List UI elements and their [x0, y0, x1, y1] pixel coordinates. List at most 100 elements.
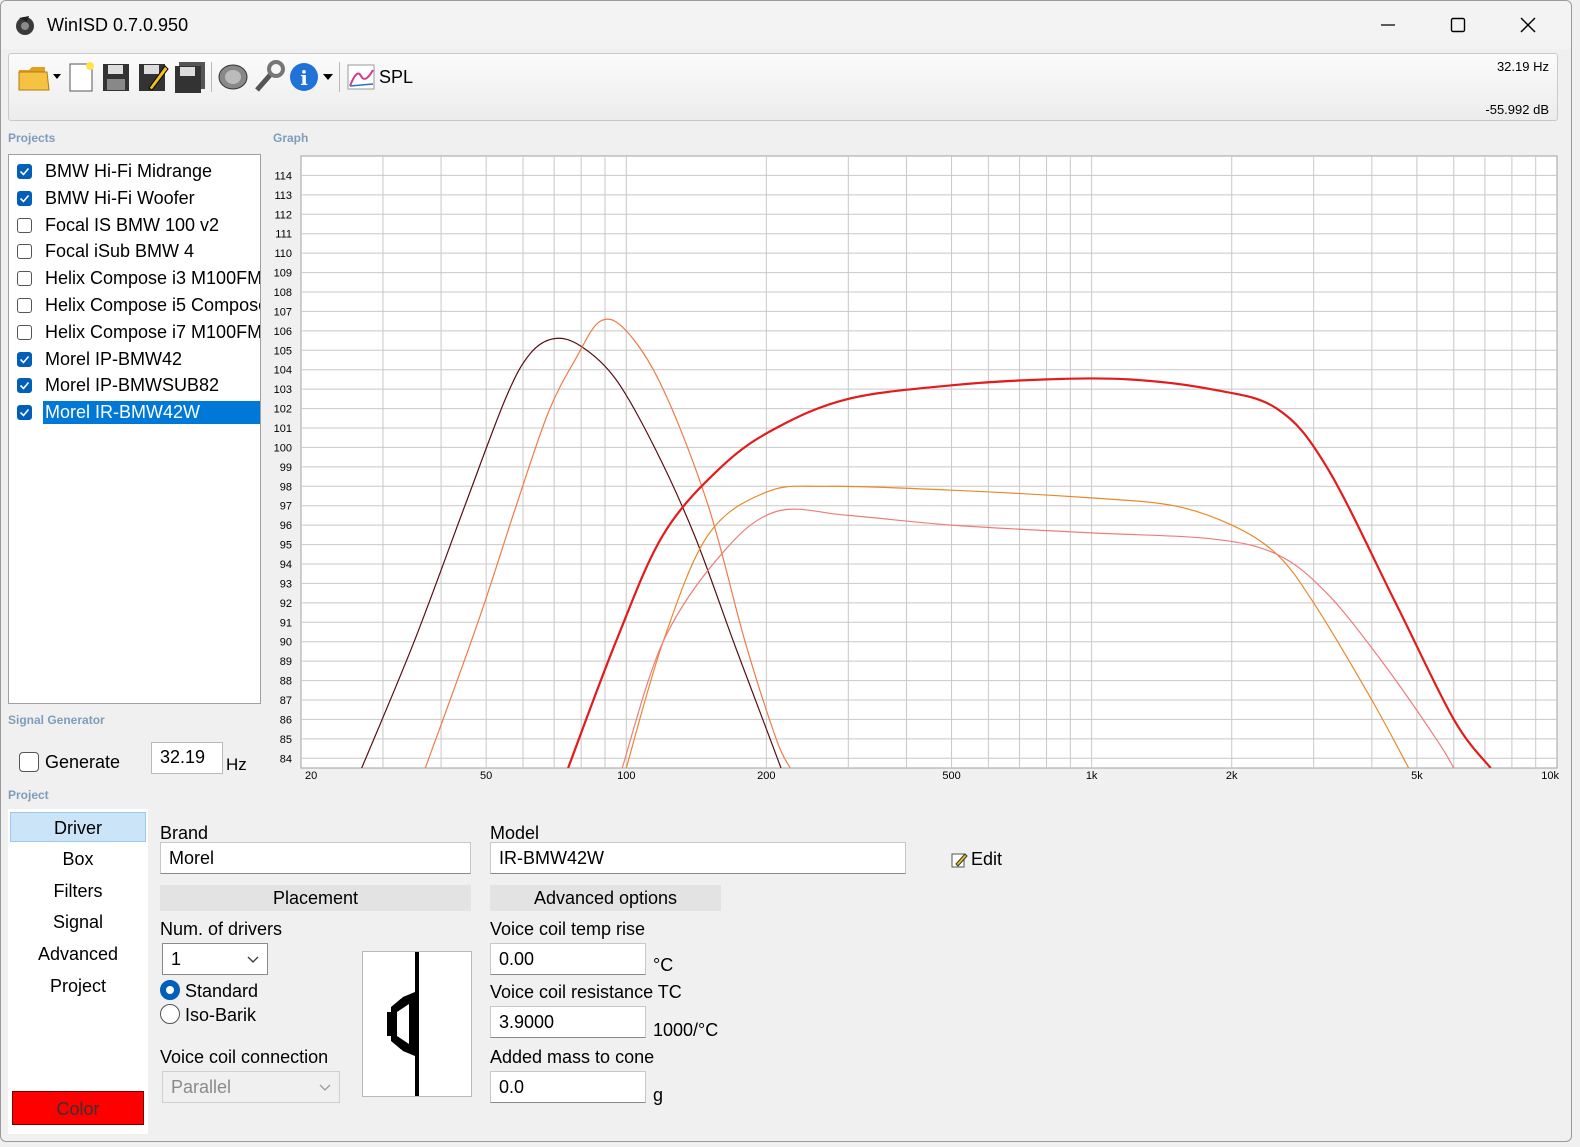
- close-button[interactable]: [1493, 1, 1563, 49]
- save-icon: [103, 64, 129, 91]
- brand-field[interactable]: Morel: [160, 842, 471, 874]
- save-all-button[interactable]: [173, 60, 207, 94]
- isobarik-radio[interactable]: [160, 1004, 180, 1024]
- chevron-down-icon: [247, 956, 259, 963]
- nav-filters[interactable]: Filters: [10, 876, 146, 906]
- project-checkbox[interactable]: [17, 271, 32, 287]
- project-name: Morel IR-BMW42W: [43, 401, 260, 425]
- graph-section-label: Graph: [273, 131, 309, 145]
- vc-temp-rise-field[interactable]: 0.00: [490, 943, 646, 975]
- project-checkbox[interactable]: [17, 324, 32, 340]
- y-tick-label: 98: [280, 481, 292, 493]
- added-mass-field[interactable]: 0.0: [490, 1071, 646, 1103]
- vc-resistance-tc-label: Voice coil resistance TC: [490, 982, 682, 1002]
- y-tick-label: 86: [280, 714, 292, 726]
- nav-driver[interactable]: Driver: [10, 812, 146, 842]
- voice-coil-connection-select[interactable]: Parallel: [162, 1071, 340, 1103]
- y-tick-label: 85: [280, 734, 292, 746]
- checkmark-icon: [19, 355, 30, 364]
- toolbar: i SPL 32.19 Hz -55.992 dB: [8, 53, 1558, 121]
- project-list-item[interactable]: BMW Hi-Fi Woofer: [9, 185, 260, 212]
- driver-editor-icon: [218, 64, 248, 90]
- driver-placement-icon: [387, 952, 419, 1096]
- voice-coil-connection-value: Parallel: [171, 1077, 232, 1097]
- y-tick-label: 84: [280, 753, 292, 765]
- y-tick-label: 103: [274, 384, 292, 396]
- y-tick-label: 97: [280, 501, 292, 513]
- projects-section-label: Projects: [8, 131, 56, 145]
- project-list-item[interactable]: Morel IP-BMWSUB82: [9, 372, 260, 399]
- spl-graph[interactable]: 84 85 86 87 88 89 90 91 92 93 94 95 96 97 98 99 100 101 10…: [263, 149, 1559, 785]
- x-tick-label: 50: [480, 770, 492, 782]
- project-list-item[interactable]: Morel IP-BMW42: [9, 346, 260, 373]
- model-label: Model: [490, 823, 540, 843]
- save-as-button[interactable]: [137, 60, 169, 94]
- project-name: BMW Hi-Fi Midrange: [45, 161, 213, 181]
- project-name: Focal iSub BMW 4: [45, 241, 195, 262]
- checkmark-icon: [19, 409, 30, 417]
- project-list-item[interactable]: Focal IS BMW 100 v2: [9, 212, 260, 239]
- project-name: Helix Compose i3 M100FM: [45, 268, 261, 289]
- vc-resistance-tc-field[interactable]: 3.9000: [490, 1006, 646, 1038]
- project-checkbox[interactable]: [17, 190, 32, 206]
- project-list-item[interactable]: BMW Hi-Fi Midrange: [9, 158, 260, 185]
- close-icon: [1520, 17, 1536, 33]
- open-project-button[interactable]: [17, 60, 63, 94]
- projects-list: BMW Hi-Fi Midrange BMW Hi-Fi Woofer Focal …: [8, 154, 261, 704]
- tools-button[interactable]: [253, 60, 285, 94]
- project-name: Morel IP-BMWSUB82: [45, 375, 220, 396]
- y-tick-label: 112: [274, 209, 292, 221]
- spl-graph-icon: [347, 64, 375, 90]
- y-tick-label: 96: [280, 520, 292, 532]
- generate-checkbox[interactable]: [19, 752, 39, 772]
- open-folder-icon: [18, 67, 61, 91]
- num-drivers-select[interactable]: 1: [162, 943, 268, 975]
- checkmark-icon: [19, 194, 30, 203]
- project-checkbox[interactable]: [17, 217, 32, 233]
- y-tick-label: 89: [280, 656, 292, 668]
- project-checkbox[interactable]: [17, 164, 32, 179]
- signal-frequency-input[interactable]: 32.19: [151, 742, 223, 774]
- project-checkbox[interactable]: [17, 351, 32, 367]
- standard-radio[interactable]: [160, 980, 180, 1000]
- project-checkbox[interactable]: [17, 298, 32, 313]
- project-section-label: Project: [8, 788, 49, 802]
- spl-graph-button[interactable]: SPL: [347, 60, 413, 94]
- spl-label: SPL: [379, 66, 414, 87]
- project-checkbox[interactable]: [17, 378, 32, 394]
- nav-project[interactable]: Project: [10, 971, 146, 1001]
- project-list-item[interactable]: Helix Compose i7 M100FM: [9, 319, 260, 346]
- model-field[interactable]: IR-BMW42W: [490, 842, 906, 874]
- nav-box[interactable]: Box: [10, 844, 146, 874]
- y-tick-label: 101: [274, 423, 292, 435]
- nav-advanced[interactable]: Advanced: [10, 939, 146, 969]
- y-tick-label: 91: [280, 617, 292, 629]
- project-nav: Color Driver Box Filters Signal Advanced Proj…: [8, 809, 148, 1134]
- y-tick-label: 88: [280, 676, 292, 688]
- maximize-button[interactable]: [1423, 1, 1493, 49]
- driver-editor-button[interactable]: [217, 60, 249, 94]
- about-button[interactable]: i: [289, 60, 335, 94]
- standard-label: Standard: [185, 981, 259, 1001]
- y-tick-label: 110: [274, 248, 292, 260]
- project-checkbox[interactable]: [17, 405, 32, 421]
- save-all-icon: [175, 62, 205, 93]
- project-list-item[interactable]: Focal iSub BMW 4: [9, 238, 260, 265]
- color-button[interactable]: Color: [12, 1091, 144, 1125]
- x-tick-label: 20: [305, 770, 317, 782]
- project-checkbox[interactable]: [17, 244, 32, 260]
- project-list-item[interactable]: Helix Compose i5 Compose: [9, 292, 260, 319]
- minimize-button[interactable]: [1353, 1, 1423, 49]
- edit-driver-button[interactable]: Edit: [950, 849, 1002, 870]
- y-tick-label: 106: [274, 326, 292, 338]
- y-tick-label: 90: [280, 637, 292, 649]
- project-list-item[interactable]: Helix Compose i3 M100FM: [9, 265, 260, 292]
- y-tick-label: 92: [280, 598, 292, 610]
- x-tick-label: 500: [942, 770, 960, 782]
- y-tick-label: 105: [274, 345, 292, 357]
- new-project-button[interactable]: [67, 60, 95, 94]
- info-icon: i: [290, 63, 333, 91]
- nav-signal[interactable]: Signal: [10, 907, 146, 937]
- save-button[interactable]: [101, 60, 131, 94]
- project-list-item[interactable]: Morel IR-BMW42W: [9, 399, 260, 426]
